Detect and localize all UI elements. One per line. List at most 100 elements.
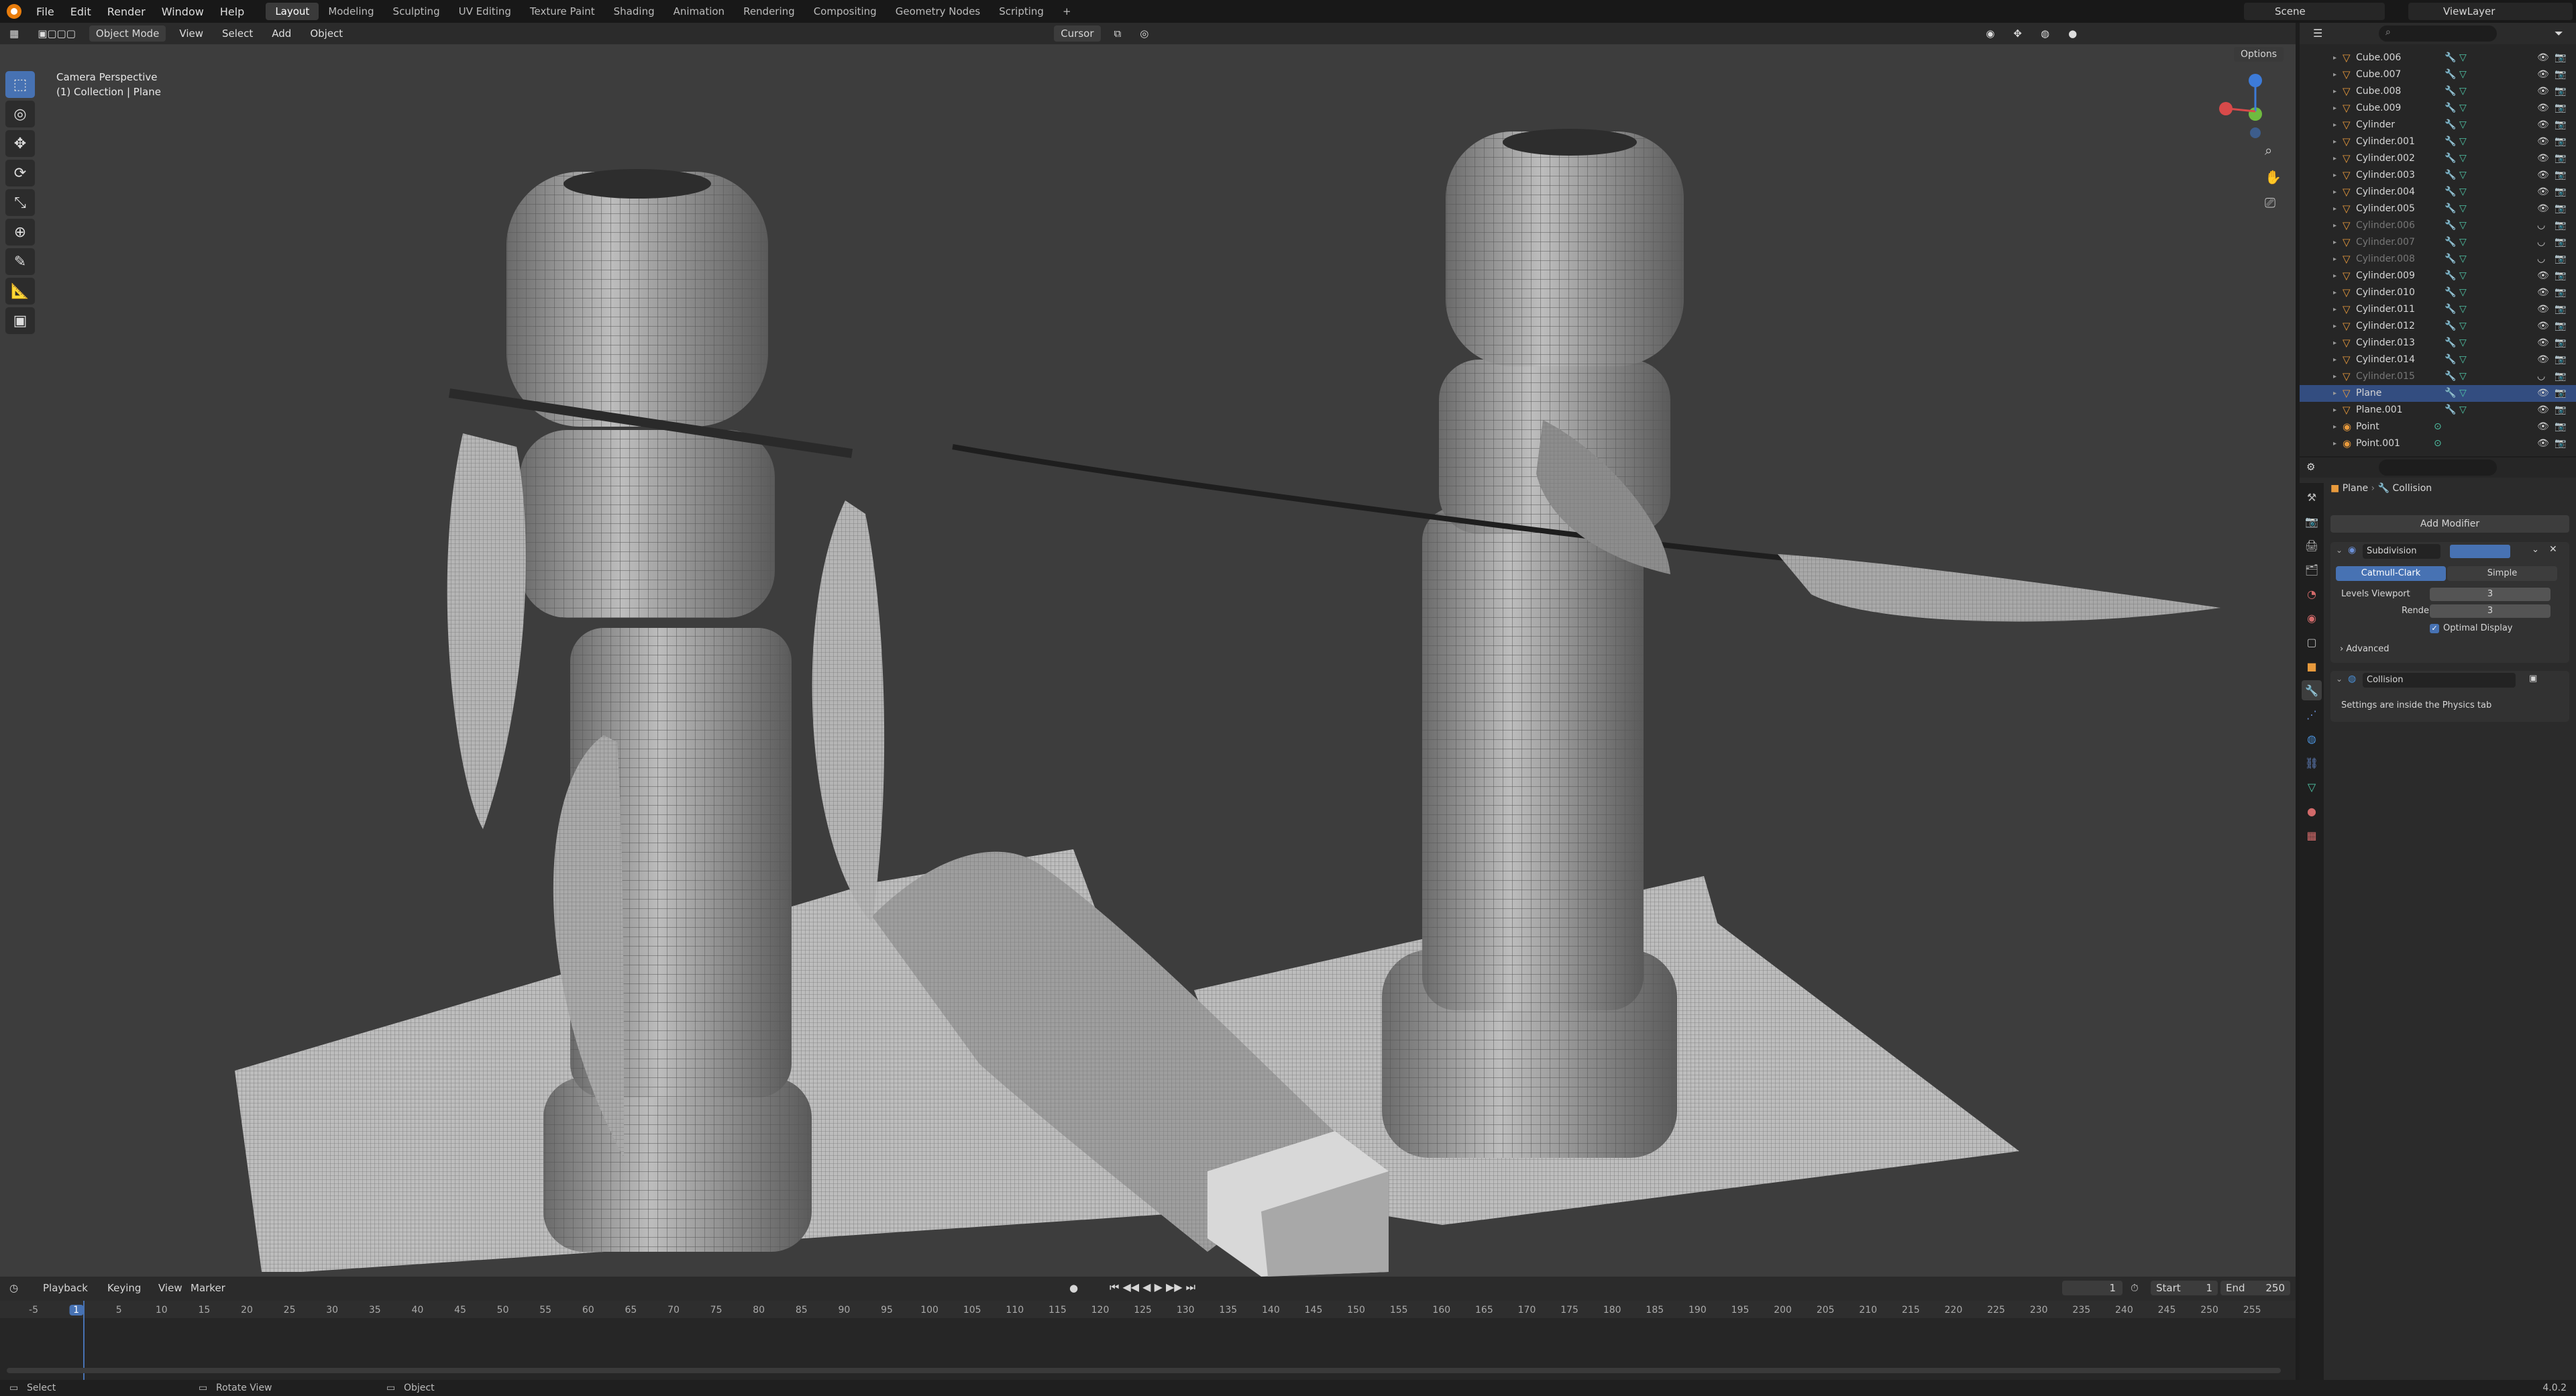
expand-arrow-icon[interactable]: ▸ (2333, 217, 2337, 234)
expand-arrow-icon[interactable]: ▸ (2333, 184, 2337, 201)
properties-editor-icon[interactable]: ⚙ (2306, 461, 2315, 473)
outliner-row[interactable]: ▸ ▽ Plane.001 🔧 ▽ 👁 📷 (2300, 402, 2576, 419)
overlay-icon[interactable]: ◍ (2031, 28, 2059, 40)
snap-icon[interactable]: ⧉ (1105, 28, 1131, 40)
workspace-tab-scripting[interactable]: Scripting (989, 3, 1053, 20)
workspace-tab-layout[interactable]: Layout (266, 3, 319, 20)
render-camera-icon[interactable]: 📷 (2555, 66, 2566, 83)
visibility-eye-icon[interactable]: ◡ (2537, 217, 2545, 234)
tool-tab-icon[interactable]: ⚒ (2302, 487, 2322, 507)
outliner-row[interactable]: ▸ ▽ Cylinder.004 🔧 ▽ 👁 📷 (2300, 184, 2576, 201)
outliner-row[interactable]: ▸ ▽ Cube.006 🔧 ▽ 👁 📷 (2300, 50, 2576, 66)
mesh-data-icon[interactable]: ▽ (2459, 100, 2467, 117)
mesh-data-icon[interactable]: ▽ (2459, 301, 2467, 318)
clock-icon[interactable]: ⏱ (2131, 1282, 2139, 1294)
visibility-eye-icon[interactable]: 👁 (2537, 402, 2549, 419)
modifier-icon[interactable]: 🔧 (2445, 83, 2456, 100)
visibility-eye-icon[interactable]: 👁 (2537, 318, 2549, 335)
modifier-icon[interactable]: 🔧 (2445, 335, 2456, 352)
expand-arrow-icon[interactable]: ▸ (2333, 133, 2337, 150)
outliner-item-name[interactable]: Cylinder (2356, 117, 2395, 133)
mesh-data-icon[interactable]: ▽ (2459, 83, 2467, 100)
modifier-icon[interactable]: 🔧 (2445, 167, 2456, 184)
outliner-item-name[interactable]: Cylinder.001 (2356, 133, 2415, 150)
visibility-eye-icon[interactable]: 👁 (2537, 50, 2549, 66)
outliner-item-name[interactable]: Cylinder.008 (2356, 251, 2415, 268)
modifier-menu-icon[interactable]: ⌄ (2532, 545, 2539, 555)
blender-logo-icon[interactable] (7, 4, 21, 19)
timeline-body[interactable]: -5 1 5 10 15 20 25 30 35 40 45 50 55 60 65 70 75 80 85 90 95… (0, 1301, 2296, 1380)
modifier-icon[interactable]: 🔧 (2445, 352, 2456, 368)
workspace-tab-shading[interactable]: Shading (604, 3, 664, 20)
visibility-eye-icon[interactable]: 👁 (2537, 268, 2549, 284)
current-frame-field[interactable]: 1 (2062, 1281, 2123, 1295)
render-camera-icon[interactable]: 📷 (2555, 402, 2566, 419)
collapse-chevron-icon[interactable]: ⌄ (2336, 674, 2343, 684)
select-mode-icons[interactable]: ▣▢▢▢ (28, 28, 85, 40)
collision-name-field[interactable]: Collision (2363, 673, 2516, 688)
properties-search-input[interactable] (2379, 460, 2497, 476)
modifier-icon[interactable]: 🔧 (2445, 284, 2456, 301)
visibility-eye-icon[interactable]: 👁 (2537, 352, 2549, 368)
render-camera-icon[interactable]: 📷 (2555, 301, 2566, 318)
constraints-tab-icon[interactable]: ⛓ (2302, 753, 2322, 773)
mesh-data-icon[interactable]: ▽ (2459, 318, 2467, 335)
expand-arrow-icon[interactable]: ▸ (2333, 234, 2337, 251)
modifier-icon[interactable]: 🔧 (2445, 217, 2456, 234)
options-dropdown[interactable]: Options (2234, 47, 2284, 62)
remove-modifier-icon[interactable]: ✕ (2549, 544, 2557, 555)
mesh-data-icon[interactable]: ▽ (2459, 368, 2467, 385)
outliner-row[interactable]: ▸ ▽ Cylinder.003 🔧 ▽ 👁 📷 (2300, 167, 2576, 184)
mesh-data-icon[interactable]: ▽ (2459, 184, 2467, 201)
mesh-data-icon[interactable]: ▽ (2459, 150, 2467, 167)
modifier-icon[interactable]: 🔧 (2445, 66, 2456, 83)
modifier-icon[interactable]: 🔧 (2445, 201, 2456, 217)
outliner-row[interactable]: ▸ ▽ Cylinder.005 🔧 ▽ 👁 📷 (2300, 201, 2576, 217)
end-frame-field[interactable]: End 250 (2220, 1281, 2290, 1295)
expand-arrow-icon[interactable]: ▸ (2333, 50, 2337, 66)
render-camera-icon[interactable]: 📷 (2555, 201, 2566, 217)
outliner-item-name[interactable]: Cube.007 (2356, 66, 2401, 83)
outliner-item-name[interactable]: Cylinder.007 (2356, 234, 2415, 251)
modifier-icon[interactable]: 🔧 (2445, 402, 2456, 419)
scale-tool-icon[interactable]: ⤡ (5, 189, 35, 216)
outliner-row[interactable]: ▸ ▽ Cylinder.010 🔧 ▽ 👁 📷 (2300, 284, 2576, 301)
expand-arrow-icon[interactable]: ▸ (2333, 83, 2337, 100)
collapse-chevron-icon[interactable]: ⌄ (2336, 545, 2343, 555)
outliner-row[interactable]: ▸ ▽ Cylinder.007 🔧 ▽ ◡ 📷 (2300, 234, 2576, 251)
light-data-icon[interactable]: ⊙ (2434, 419, 2442, 435)
editor-type-icon[interactable]: ▦ (0, 28, 28, 40)
outliner-item-name[interactable]: Cylinder.014 (2356, 352, 2415, 368)
data-tab-icon[interactable]: ▽ (2302, 777, 2322, 797)
outliner-row[interactable]: ▸ ▽ Cube.009 🔧 ▽ 👁 📷 (2300, 100, 2576, 117)
modifier-icon[interactable]: 🔧 (2445, 184, 2456, 201)
outliner-item-name[interactable]: Point.001 (2356, 435, 2400, 452)
render-camera-icon[interactable]: 📷 (2555, 352, 2566, 368)
pan-hand-icon[interactable]: ✋ (2265, 169, 2282, 185)
expand-arrow-icon[interactable]: ▸ (2333, 201, 2337, 217)
start-frame-field[interactable]: Start 1 (2151, 1281, 2218, 1295)
playback-menu[interactable]: Playback (43, 1282, 88, 1294)
simple-button[interactable]: Simple (2447, 566, 2557, 581)
modifier-icon[interactable]: 🔧 (2445, 301, 2456, 318)
texture-tab-icon[interactable]: ▦ (2302, 825, 2322, 845)
expand-arrow-icon[interactable]: ▸ (2333, 284, 2337, 301)
outliner-row[interactable]: ▸ ▽ Cube.007 🔧 ▽ 👁 📷 (2300, 66, 2576, 83)
outliner-row[interactable]: ▸ ▽ Cylinder.015 🔧 ▽ ◡ 📷 (2300, 368, 2576, 385)
optimal-display-checkbox[interactable]: ✓ (2430, 624, 2439, 633)
outliner-item-name[interactable]: Cylinder.013 (2356, 335, 2415, 352)
outliner-item-name[interactable]: Plane (2356, 385, 2381, 402)
render-levels-field[interactable]: 3 (2430, 604, 2551, 618)
scene-tab-icon[interactable]: ◔ (2302, 584, 2322, 604)
outliner-item-name[interactable]: Cylinder.015 (2356, 368, 2415, 385)
modifier-icon[interactable]: 🔧 (2445, 50, 2456, 66)
render-camera-icon[interactable]: 📷 (2555, 335, 2566, 352)
visibility-eye-icon[interactable]: 👁 (2537, 301, 2549, 318)
mesh-data-icon[interactable]: ▽ (2459, 217, 2467, 234)
outliner-item-name[interactable]: Cylinder.009 (2356, 268, 2415, 284)
outliner-item-name[interactable]: Plane.001 (2356, 402, 2403, 419)
mesh-data-icon[interactable]: ▽ (2459, 335, 2467, 352)
render-camera-icon[interactable]: 📷 (2555, 368, 2566, 385)
modifier-icon[interactable]: 🔧 (2445, 368, 2456, 385)
expand-arrow-icon[interactable]: ▸ (2333, 66, 2337, 83)
